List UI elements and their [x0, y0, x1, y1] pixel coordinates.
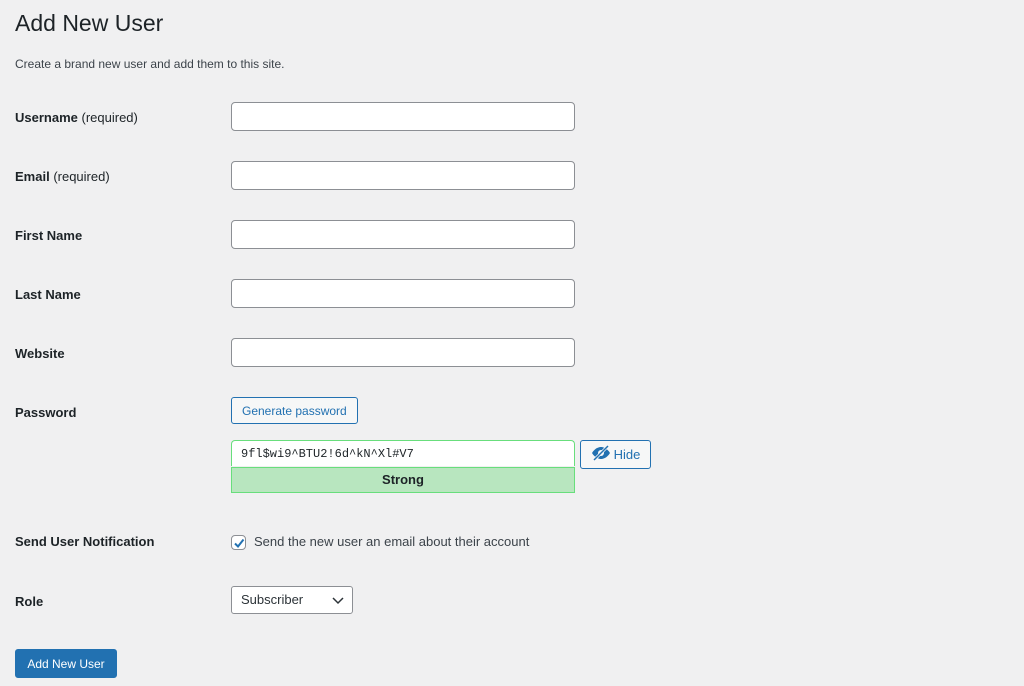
- email-input[interactable]: [231, 161, 575, 190]
- chevron-down-icon: [332, 587, 344, 622]
- username-input[interactable]: [231, 102, 575, 131]
- username-label: Username (required): [15, 110, 138, 125]
- website-input[interactable]: [231, 338, 575, 367]
- generate-password-button[interactable]: Generate password: [231, 397, 358, 424]
- last-name-label: Last Name: [15, 287, 81, 302]
- role-label: Role: [15, 594, 44, 609]
- email-label: Email (required): [15, 169, 110, 184]
- notification-label: Send User Notification: [15, 534, 155, 549]
- first-name-label: First Name: [15, 228, 83, 243]
- notification-checkbox-label[interactable]: Send the new user an email about their a…: [254, 534, 529, 549]
- add-new-user-button[interactable]: Add New User: [15, 649, 117, 678]
- eye-slash-icon: [591, 444, 611, 464]
- password-label: Password: [15, 405, 77, 420]
- page-subtitle: Create a brand new user and add them to …: [15, 57, 285, 71]
- hide-password-button[interactable]: Hide: [580, 440, 651, 469]
- page-title: Add New User: [15, 10, 164, 36]
- first-name-input[interactable]: [231, 220, 575, 249]
- notification-checkbox[interactable]: [231, 535, 246, 550]
- website-label: Website: [15, 346, 65, 361]
- password-strength-indicator: Strong: [231, 467, 575, 493]
- role-select[interactable]: Subscriber: [231, 586, 353, 614]
- role-selected-value: Subscriber: [241, 592, 304, 607]
- password-input[interactable]: [231, 440, 575, 466]
- hide-label: Hide: [613, 447, 641, 462]
- last-name-input[interactable]: [231, 279, 575, 308]
- checkmark-icon: [233, 538, 244, 548]
